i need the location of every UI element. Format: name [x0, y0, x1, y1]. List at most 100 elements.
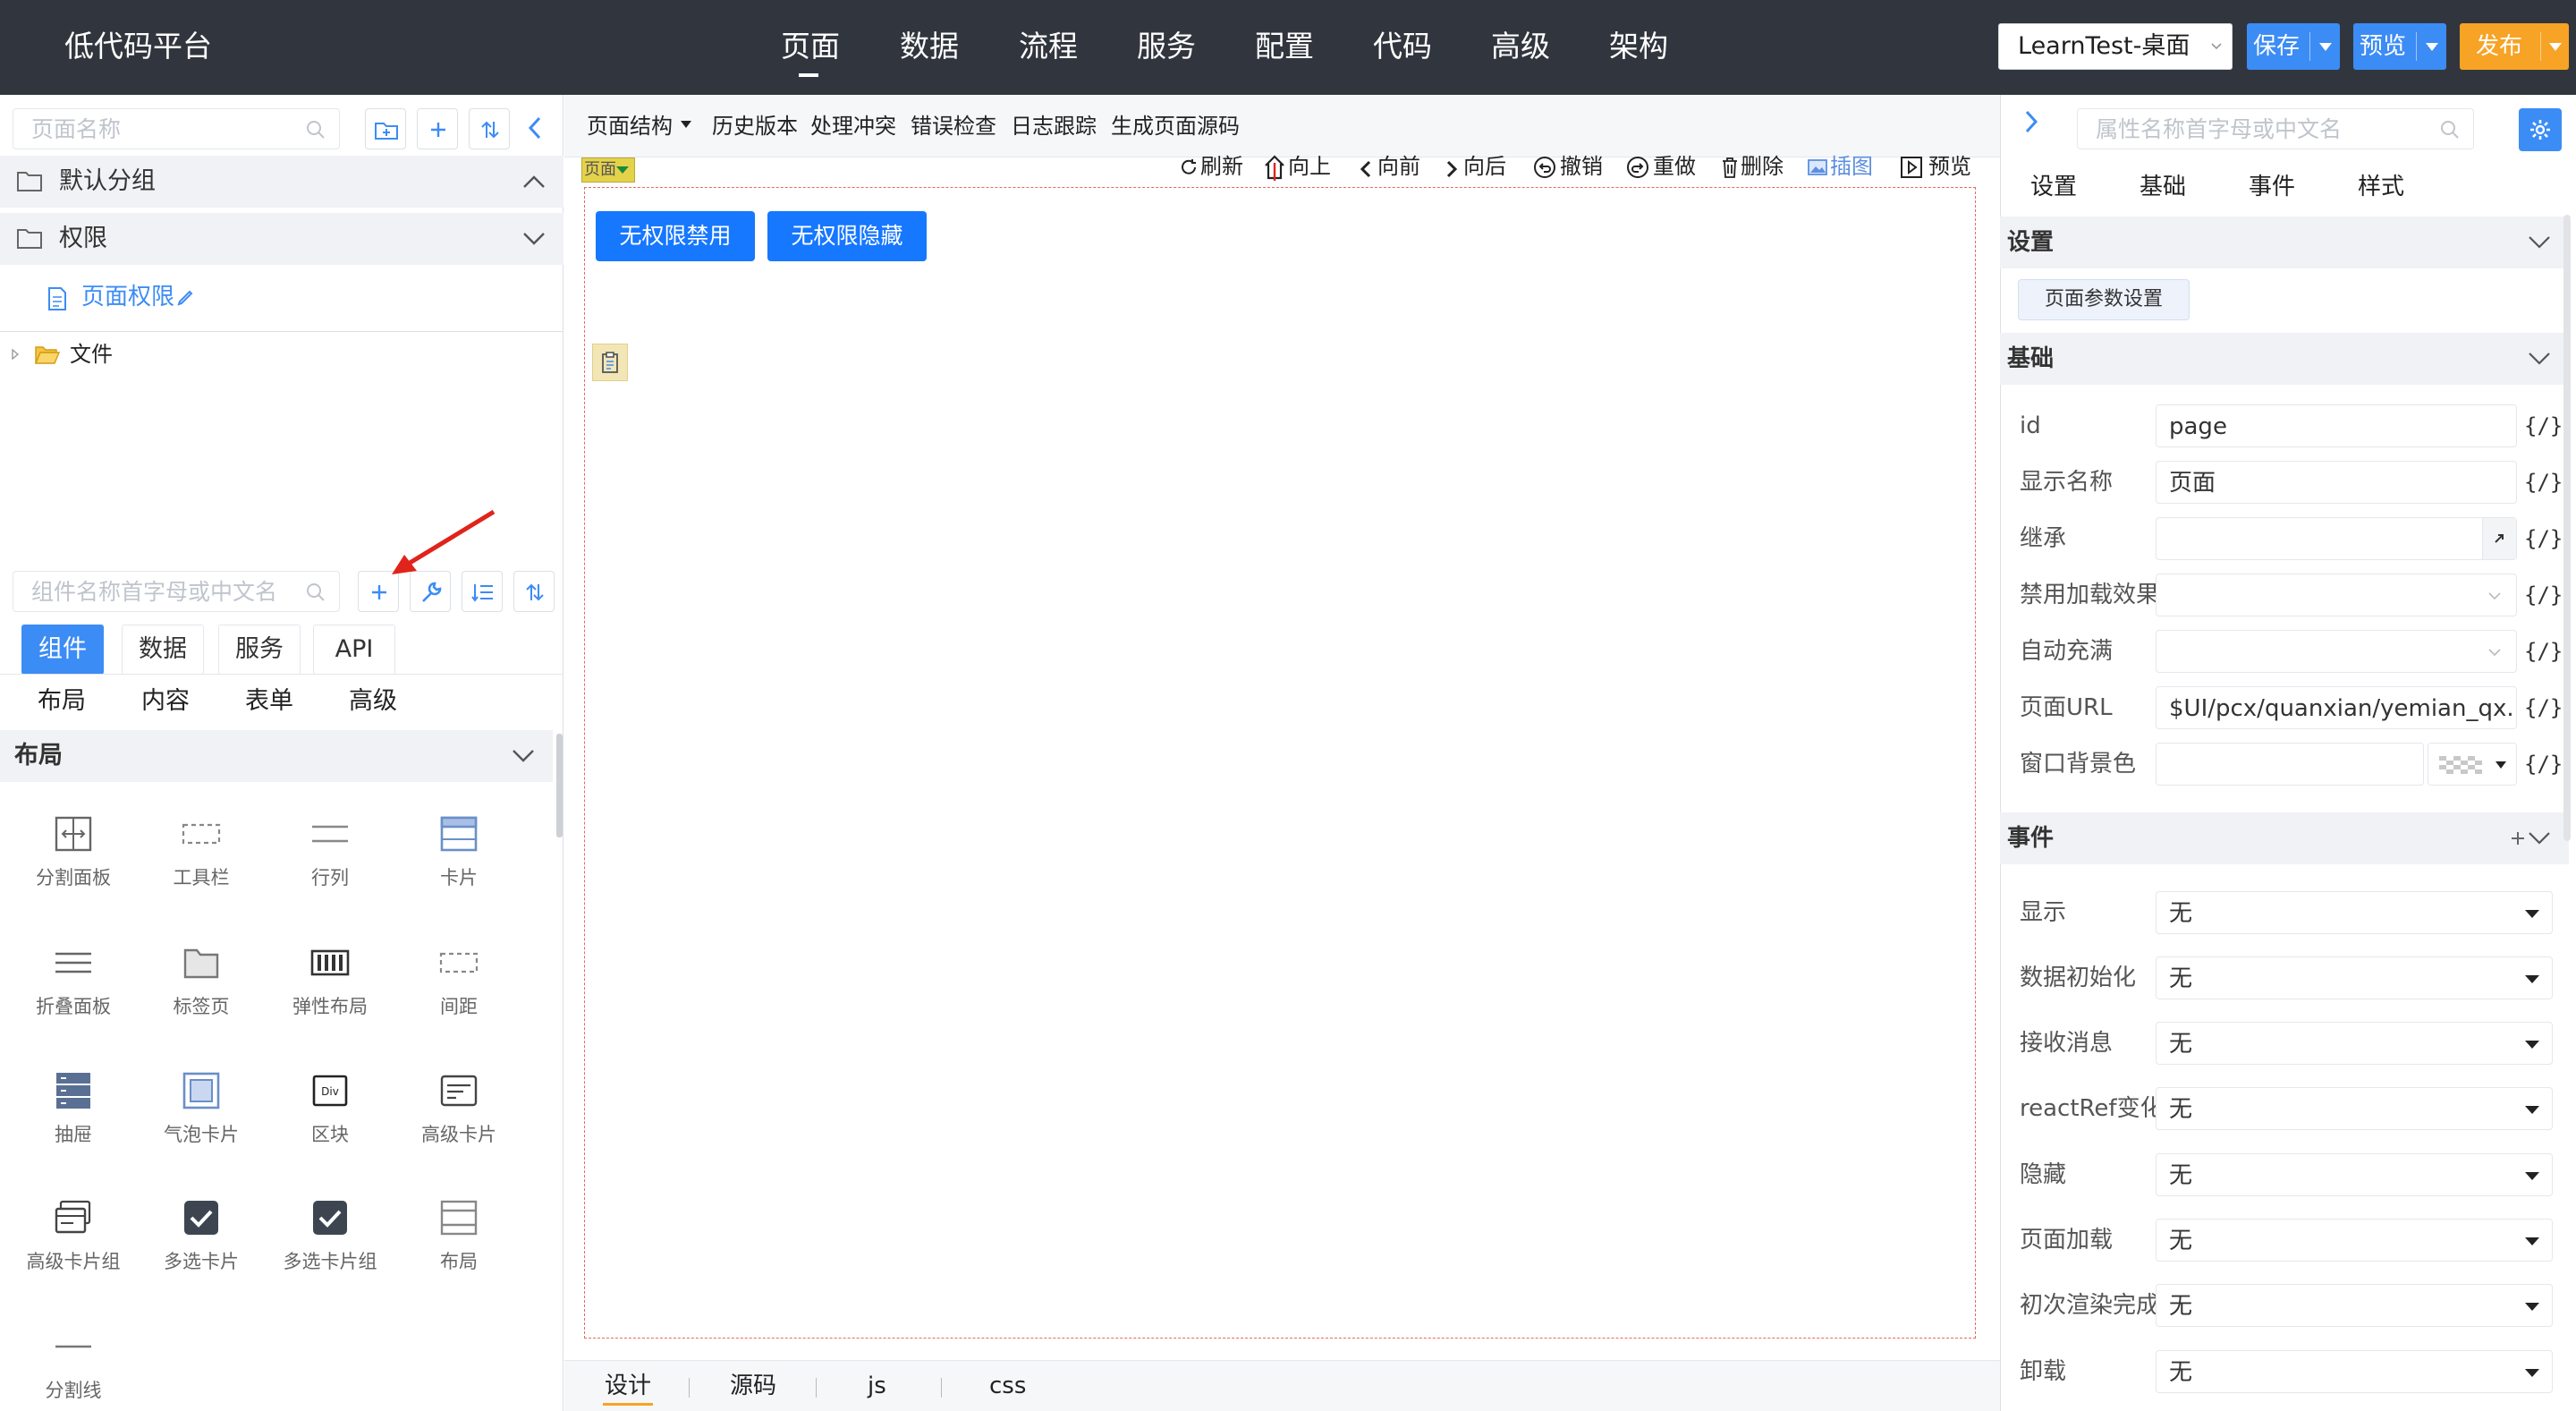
page-structure-menu[interactable]: 页面结构: [587, 113, 673, 140]
insert-image-button[interactable]: 插图: [1830, 153, 1873, 180]
page-params-button[interactable]: 页面参数设置: [2018, 279, 2190, 320]
plus-icon[interactable]: [2510, 830, 2526, 846]
expression-button[interactable]: {/}: [2524, 581, 2563, 609]
tab-css[interactable]: css: [989, 1371, 1026, 1401]
component-layout[interactable]: 布局: [401, 1189, 517, 1296]
sort-components-button[interactable]: [513, 571, 555, 612]
expression-button[interactable]: {/}: [2524, 468, 2563, 497]
component-row-col[interactable]: 行列: [272, 805, 388, 913]
tab-js[interactable]: js: [868, 1371, 886, 1401]
tab-design[interactable]: 设计: [605, 1371, 651, 1401]
refresh-button[interactable]: 刷新: [1200, 153, 1243, 180]
save-button[interactable]: 保存: [2247, 23, 2340, 70]
expression-button[interactable]: {/}: [2524, 750, 2563, 778]
prop-field-page-url[interactable]: $UI/pcx/quanxian/yemian_qx.w: [2156, 686, 2517, 729]
event-select-show[interactable]: 无: [2156, 891, 2553, 934]
up-button[interactable]: 向上: [1288, 153, 1331, 180]
inherit-picker-button[interactable]: [2482, 518, 2516, 559]
group-permission[interactable]: 权限: [0, 213, 564, 265]
component-flex-layout[interactable]: 弹性布局: [272, 934, 388, 1041]
log-trace-button[interactable]: 日志跟踪: [1011, 113, 1097, 140]
edit-icon[interactable]: [175, 288, 195, 308]
expression-button[interactable]: {/}: [2524, 412, 2563, 440]
prop-tab-settings[interactable]: 设置: [2030, 172, 2077, 202]
prop-tab-style[interactable]: 样式: [2358, 172, 2404, 202]
prop-field-inherit[interactable]: [2156, 517, 2517, 560]
add-page-button[interactable]: [417, 108, 458, 149]
prop-select-disable-loading[interactable]: [2156, 574, 2517, 616]
caret-down-icon[interactable]: [2426, 43, 2438, 51]
history-version-button[interactable]: 历史版本: [712, 113, 798, 140]
expression-button[interactable]: {/}: [2524, 524, 2563, 553]
redo-button[interactable]: 重做: [1653, 153, 1696, 180]
tree-node-file[interactable]: 文件: [9, 340, 224, 369]
component-spacing[interactable]: 间距: [401, 934, 517, 1041]
right-scrollbar[interactable]: [2563, 215, 2571, 841]
no-permission-disable-button[interactable]: 无权限禁用: [596, 211, 755, 261]
caret-down-icon[interactable]: [680, 120, 692, 129]
color-picker[interactable]: [2428, 743, 2517, 786]
component-checkbox-card[interactable]: 多选卡片: [143, 1189, 259, 1296]
component-checkbox-card-group[interactable]: 多选卡片组: [272, 1189, 388, 1296]
component-div-block[interactable]: Div 区块: [272, 1062, 388, 1169]
property-settings-button[interactable]: [2519, 108, 2562, 151]
page-item-permission[interactable]: 页面权限: [39, 279, 254, 317]
event-select-receive-message[interactable]: 无: [2156, 1022, 2553, 1065]
expression-button[interactable]: {/}: [2524, 637, 2563, 666]
component-card-group[interactable]: 高级卡片组: [15, 1189, 131, 1296]
collapse-left-icon[interactable]: [524, 115, 546, 141]
placeholder-component[interactable]: [592, 344, 628, 381]
component-advanced-card[interactable]: 高级卡片: [401, 1062, 517, 1169]
component-drawer[interactable]: 抽屉: [15, 1062, 131, 1169]
subtab-layout[interactable]: 布局: [38, 685, 86, 718]
event-select-unmount[interactable]: 无: [2156, 1350, 2553, 1393]
component-divider[interactable]: 分割线: [15, 1318, 131, 1411]
canvas-preview-button[interactable]: 预览: [1928, 153, 1971, 180]
tab-components[interactable]: 组件: [21, 625, 104, 675]
component-collapse[interactable]: 折叠面板: [15, 934, 131, 1041]
component-tabs[interactable]: 标签页: [143, 934, 259, 1041]
section-basic-header[interactable]: 基础: [2000, 333, 2569, 385]
resolve-conflict-button[interactable]: 处理冲突: [810, 113, 896, 140]
group-default[interactable]: 默认分组: [0, 156, 564, 208]
component-toolbar[interactable]: 工具栏: [143, 805, 259, 913]
component-split-panel[interactable]: 分割面板: [15, 805, 131, 913]
nav-data[interactable]: 数据: [900, 25, 959, 68]
error-check-button[interactable]: 错误检查: [911, 113, 996, 140]
subtab-form[interactable]: 表单: [245, 685, 293, 718]
expand-right-icon[interactable]: [2023, 109, 2039, 134]
component-bubble-card[interactable]: 气泡卡片: [143, 1062, 259, 1169]
prop-tab-basic[interactable]: 基础: [2140, 172, 2186, 202]
section-layout-header[interactable]: 布局: [0, 730, 553, 782]
nav-advanced[interactable]: 高级: [1491, 25, 1550, 68]
nav-service[interactable]: 服务: [1137, 25, 1196, 68]
nav-page[interactable]: 页面: [781, 25, 840, 68]
component-search-input[interactable]: [13, 571, 340, 612]
page-search-input[interactable]: [13, 108, 340, 149]
preview-button[interactable]: 预览: [2353, 23, 2446, 70]
expression-button[interactable]: {/}: [2524, 693, 2563, 722]
tab-source[interactable]: 源码: [730, 1371, 776, 1401]
section-events-header[interactable]: 事件: [2000, 812, 2569, 864]
page-canvas[interactable]: [584, 187, 1976, 1339]
publish-button[interactable]: 发布: [2460, 23, 2569, 70]
subtab-content[interactable]: 内容: [141, 685, 190, 718]
sort-pages-button[interactable]: [469, 108, 510, 149]
prop-field-window-bg[interactable]: [2156, 743, 2424, 786]
back-button[interactable]: 向后: [1463, 153, 1506, 180]
tab-data[interactable]: 数据: [122, 625, 204, 675]
prop-field-id[interactable]: page: [2156, 404, 2517, 447]
event-select-data-init[interactable]: 无: [2156, 956, 2553, 999]
caret-down-icon[interactable]: [2319, 43, 2332, 51]
nav-architecture[interactable]: 架构: [1609, 25, 1668, 68]
tab-api[interactable]: API: [313, 625, 395, 675]
prop-select-auto-fill[interactable]: [2156, 630, 2517, 673]
section-settings-header[interactable]: 设置: [2000, 217, 2569, 268]
prop-field-display-name[interactable]: 页面: [2156, 461, 2517, 504]
generate-source-button[interactable]: 生成页面源码: [1111, 113, 1240, 140]
prop-tab-events[interactable]: 事件: [2249, 172, 2295, 202]
caret-down-icon[interactable]: [2549, 43, 2562, 51]
forward-button[interactable]: 向前: [1377, 153, 1420, 180]
undo-button[interactable]: 撤销: [1560, 153, 1603, 180]
nav-config[interactable]: 配置: [1255, 25, 1314, 68]
